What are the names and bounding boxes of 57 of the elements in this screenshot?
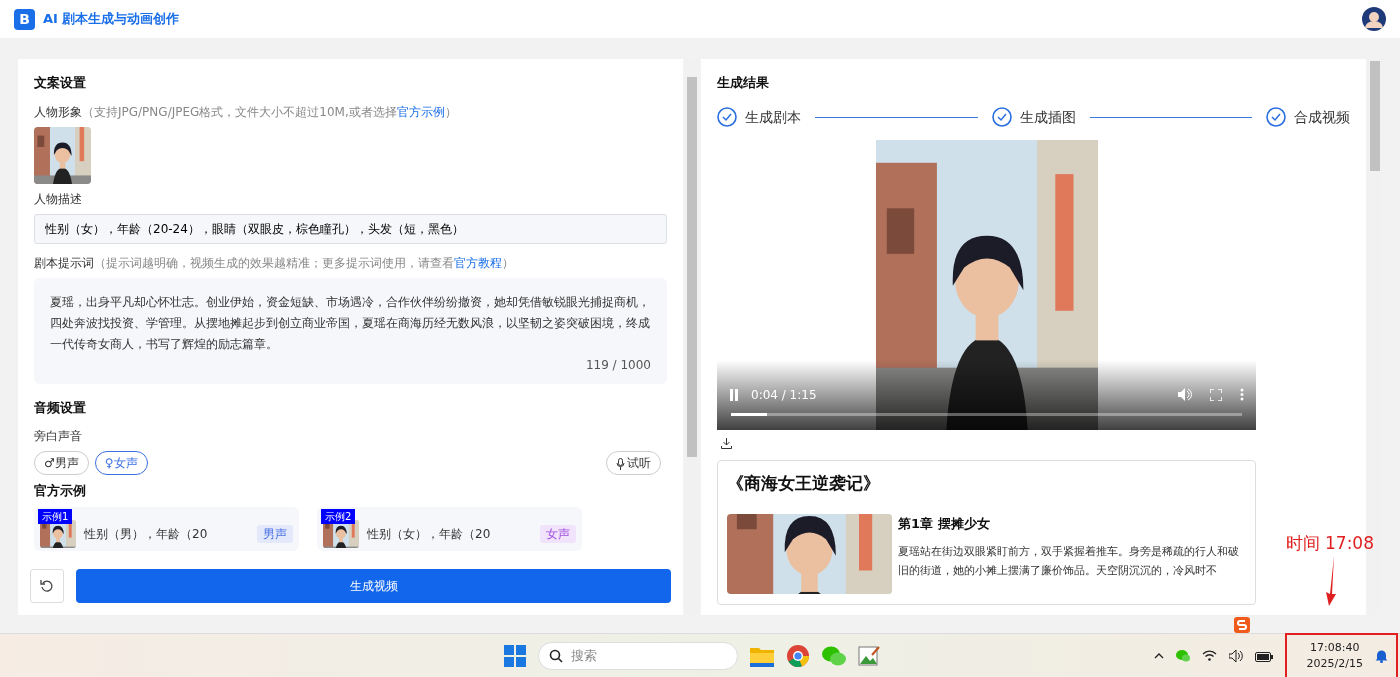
voice-tag: 男声 bbox=[257, 524, 293, 543]
description-field[interactable]: 性别（女），年龄（20-24），眼睛（双眼皮，棕色瞳孔），头发（短，黑色） bbox=[34, 213, 667, 244]
step-label: 生成插图 bbox=[1019, 107, 1076, 127]
progress-fill[interactable] bbox=[731, 412, 767, 416]
voice-button[interactable]: ♂男声 bbox=[34, 451, 89, 475]
start-icon[interactable] bbox=[504, 644, 526, 667]
voice-tag: 女声 bbox=[540, 524, 576, 543]
image-editor-icon[interactable] bbox=[858, 644, 880, 667]
battery-icon[interactable] bbox=[1254, 649, 1273, 662]
field-label: 人物描述 bbox=[34, 190, 83, 208]
example-text: 性别（男），年龄（20 bbox=[84, 525, 209, 543]
field-label: 人物形象（支持JPG/PNG/JPEG格式，文件大小不超过10M,或者选择官方示例） bbox=[34, 103, 458, 121]
refresh-icon bbox=[40, 579, 54, 593]
avatar[interactable] bbox=[1362, 7, 1386, 31]
section-heading: 文案设置 bbox=[34, 74, 87, 92]
pause-icon[interactable] bbox=[729, 388, 739, 401]
more-icon[interactable] bbox=[1240, 388, 1244, 401]
prompt-textarea[interactable]: 夏瑶，出身平凡却心怀壮志。创业伊始，资金短缺、市场遇冷，合作伙伴纷纷撤资，她却凭借敏锐眼光捕捉商机，四处奔波找投资、学管理。从摆地摊起步到创立商业帝国，夏瑶在商海历经无数风浪，以坚韧之姿突破困境，终成一代传奇女商人，书写了辉煌的励志篇章。 119 / 1000 bbox=[34, 277, 667, 384]
input-method-icon[interactable] bbox=[1234, 617, 1250, 633]
fullscreen-icon[interactable] bbox=[1210, 388, 1222, 401]
example-text: 性别（女），年龄（20 bbox=[367, 525, 492, 543]
voice-button[interactable]: ♀女声 bbox=[94, 451, 148, 475]
preview-button[interactable]: 试听 bbox=[606, 451, 661, 475]
download-icon[interactable] bbox=[721, 437, 732, 449]
microphone-icon bbox=[616, 457, 625, 470]
video-time: 0:04 / 1:15 bbox=[751, 386, 817, 404]
notification-bell-icon[interactable] bbox=[1375, 648, 1388, 663]
annotation-text: 时间 17:08 bbox=[1285, 532, 1374, 555]
character-counter: 119 / 1000 bbox=[584, 356, 651, 374]
step-label: 合成视频 bbox=[1294, 107, 1350, 127]
example-card[interactable]: 示例1 性别（男），年龄（20 男声 bbox=[34, 506, 299, 551]
chevron-up-icon[interactable] bbox=[1153, 652, 1164, 659]
app-logo: B bbox=[14, 8, 35, 30]
field-label: 剧本提示词（提示词越明确，视频生成的效果越精准；更多提示词使用，请查看官方教程） bbox=[34, 254, 515, 272]
prompt-text: 夏瑶，出身平凡却心怀壮志。创业伊始，资金短缺、市场遇冷，合作伙伴纷纷撤资，她却凭借敏锐眼光捕捉商机，四处奔波找投资、学管理。从摆地摊起步到创立商业帝国，夏瑶在商海历经无数风浪，以坚韧之姿突破困境，终成一代传奇女商人，书写了辉煌的励志篇章。 bbox=[50, 293, 651, 353]
section-heading: 官方示例 bbox=[34, 482, 87, 500]
example-badge: 示例2 bbox=[321, 508, 356, 524]
step-label: 生成剧本 bbox=[745, 107, 801, 127]
example-card[interactable]: 示例2 性别（女），年龄（20 女声 bbox=[317, 506, 582, 551]
section-heading: 音频设置 bbox=[34, 398, 87, 417]
search-placeholder: 搜索 bbox=[571, 646, 597, 665]
chapter-text: 夏瑶站在街边双眼紧盯前方，双手紧握着推车。身旁是稀疏的行人和破旧的街道，她的小摊上摆满了廉价饰品。天空阴沉沉的，冷风时不 bbox=[898, 543, 1240, 579]
story-title: 《商海女王逆袭记》 bbox=[727, 471, 881, 495]
wifi-icon[interactable] bbox=[1201, 650, 1217, 661]
help-link[interactable]: 官方示例 bbox=[396, 104, 445, 119]
section-heading: 生成结果 bbox=[717, 74, 770, 92]
field-label: 旁白声音 bbox=[34, 428, 83, 445]
generate-video-button[interactable]: 生成视频 bbox=[76, 569, 671, 603]
search-field[interactable]: 搜索 bbox=[538, 641, 738, 670]
app-title: AI 剧本生成与动画创作 bbox=[43, 10, 180, 29]
browser-icon[interactable] bbox=[786, 643, 810, 668]
help-link[interactable]: 官方教程 bbox=[454, 255, 502, 270]
volume-icon[interactable] bbox=[1228, 649, 1243, 662]
reset-button[interactable] bbox=[30, 569, 64, 603]
chapter-title: 第1章 摆摊少女 bbox=[898, 515, 991, 533]
search-icon bbox=[549, 648, 563, 663]
example-badge: 示例1 bbox=[38, 508, 73, 524]
